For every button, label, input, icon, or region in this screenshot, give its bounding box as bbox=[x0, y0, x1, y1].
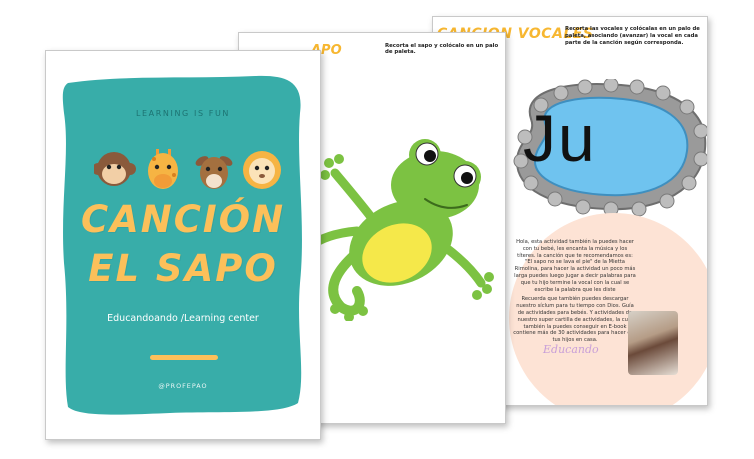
vowel-letters: Ju bbox=[523, 101, 597, 175]
page3-instructions: Recorta las vocales y colócalas en un pa… bbox=[565, 26, 700, 46]
cover-title-line2: EL SAPO bbox=[88, 247, 278, 290]
giraffe-icon bbox=[148, 149, 178, 189]
yellow-divider bbox=[150, 355, 218, 360]
cover-handle: @PROFEPAO bbox=[158, 382, 208, 390]
cover-subtitle: Educandoando /Learning center bbox=[107, 313, 259, 324]
brand-logo-text: Educando bbox=[543, 343, 599, 356]
teal-cover-background bbox=[62, 75, 302, 415]
monkey-icon bbox=[94, 152, 136, 186]
cover-page: LEARNING IS FUN CANCIÓN EL SAPO Educando… bbox=[45, 50, 321, 440]
deer-icon bbox=[195, 156, 233, 189]
cover-title-line1: CANCIÓN bbox=[80, 198, 286, 241]
animal-faces-row bbox=[94, 149, 281, 189]
paragraph-1: Hola, esta actividad también la puedes h… bbox=[514, 239, 636, 293]
page3-paragraph: Hola, esta actividad también la puedes h… bbox=[513, 239, 637, 347]
page2-instructions: Recorta el sapo y colócalo en un palo de… bbox=[385, 43, 499, 55]
cover-tagline: LEARNING IS FUN bbox=[135, 109, 231, 118]
lion-icon bbox=[243, 151, 281, 189]
author-photo bbox=[628, 311, 678, 375]
paragraph-2: Recuerda que también puedes descargar nu… bbox=[513, 296, 637, 344]
frog-illustration bbox=[305, 139, 494, 321]
